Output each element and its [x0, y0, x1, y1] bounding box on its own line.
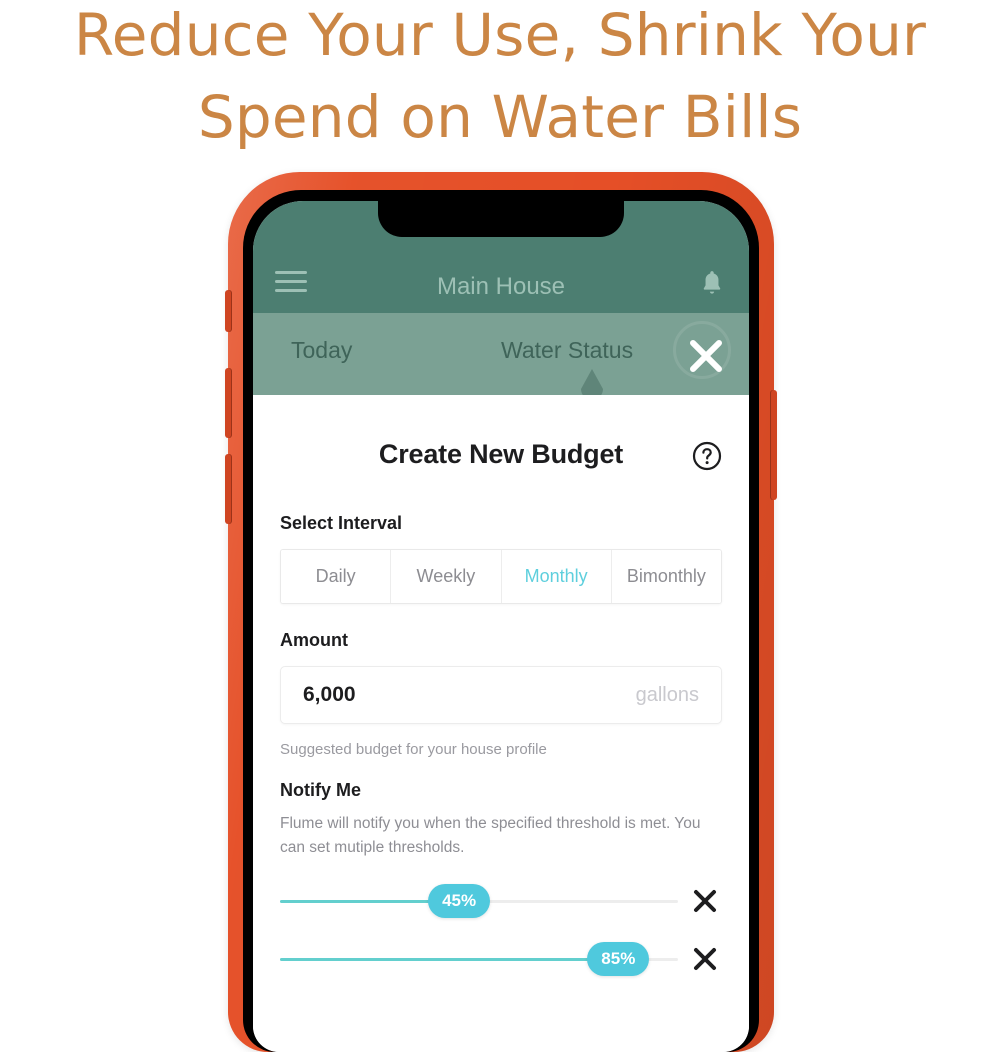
power-button[interactable] [770, 390, 777, 500]
amount-unit-label: gallons [635, 683, 699, 706]
remove-threshold-button[interactable] [688, 942, 722, 976]
tab-water-status[interactable]: Water Status [501, 337, 633, 364]
notify-label: Notify Me [280, 780, 361, 800]
amount-value[interactable]: 6,000 [303, 683, 356, 707]
threshold-slider[interactable]: 45% [280, 884, 678, 918]
volume-up-button[interactable] [225, 368, 232, 438]
phone-screen: Main House Today Water Status Create New… [253, 201, 749, 1052]
sheet-title: Create New Budget [378, 438, 624, 469]
sheet-header: Create New Budget [280, 395, 722, 513]
slider-fill [280, 957, 619, 961]
interval-option-bimonthly[interactable]: Bimonthly [611, 550, 721, 603]
app-navbar: Main House [253, 201, 749, 313]
threshold-row: 45% [280, 872, 722, 930]
interval-label: Select Interval [280, 513, 403, 533]
help-circle-icon[interactable] [692, 441, 722, 471]
threshold-slider[interactable]: 85% [280, 942, 678, 976]
app-title: Main House [436, 273, 566, 300]
threshold-row: 85% [280, 930, 722, 988]
volume-down-button[interactable] [225, 454, 232, 524]
phone-notch [378, 201, 624, 237]
app-tab-bar: Today Water Status [253, 313, 749, 400]
phone-bezel: Main House Today Water Status Create New… [243, 190, 759, 1052]
slider-thumb-value[interactable]: 45% [428, 884, 491, 918]
phone-case: Main House Today Water Status Create New… [225, 172, 777, 1052]
amount-label: Amount [280, 630, 348, 650]
interval-option-monthly[interactable]: Monthly [501, 550, 612, 603]
notify-description: Flume will notify you when the specified… [280, 815, 701, 856]
tab-today[interactable]: Today [291, 337, 352, 364]
interval-segmented-control[interactable]: Daily Weekly Monthly Bimonthly [280, 549, 722, 604]
amount-helper-text: Suggested budget for your house profile [280, 741, 547, 758]
close-x-icon[interactable] [685, 335, 727, 377]
amount-input[interactable]: 6,000 gallons [280, 666, 722, 724]
mute-switch-button[interactable] [225, 290, 232, 332]
bell-icon[interactable] [699, 269, 725, 297]
interval-option-daily[interactable]: Daily [281, 550, 392, 603]
remove-threshold-button[interactable] [688, 884, 722, 918]
create-budget-sheet: Create New Budget Select Interval Daily … [253, 395, 749, 1052]
page-headline: Reduce Your Use, Shrink Your Spend on Wa… [73, 1, 927, 151]
slider-thumb-value[interactable]: 85% [587, 942, 650, 976]
interval-option-weekly[interactable]: Weekly [391, 550, 502, 603]
